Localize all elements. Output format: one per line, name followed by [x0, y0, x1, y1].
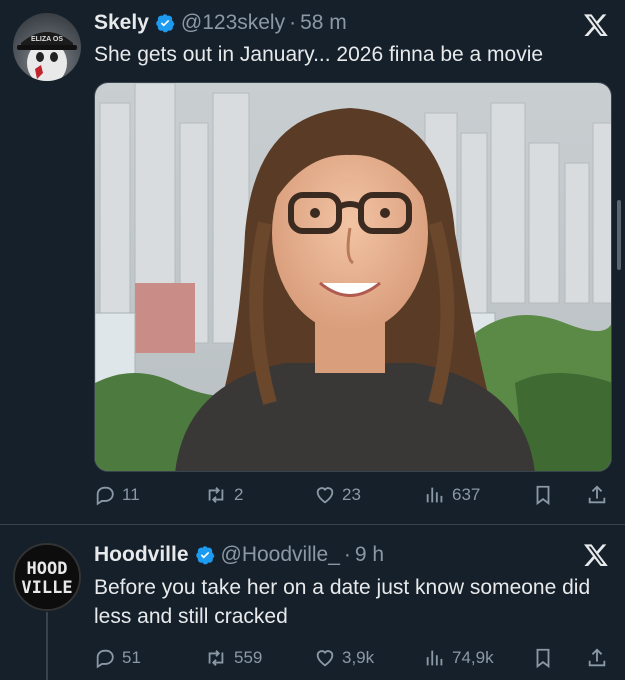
- separator-dot: ·: [289, 11, 297, 34]
- repost-icon: [208, 650, 224, 666]
- tweet-skely[interactable]: ELIZA OS Skely @123skely · 58 m She gets…: [0, 0, 625, 525]
- bookmark-button[interactable]: [532, 484, 560, 506]
- repost-count: 559: [234, 648, 263, 667]
- author-name[interactable]: Skely: [94, 11, 149, 35]
- verified-badge-icon: [155, 13, 175, 33]
- photo-woman-city-view: [95, 83, 611, 471]
- bookmark-icon: [536, 485, 550, 506]
- avatar-image: ELIZA OS: [17, 32, 77, 81]
- share-icon: [588, 485, 606, 504]
- tweet-header: Hoodville @Hoodville_ · 9 h: [94, 540, 384, 570]
- repost-button[interactable]: 2: [204, 484, 243, 506]
- tweet-text: She gets out in January... 2026 finna be…: [94, 43, 544, 66]
- scrollbar[interactable]: [617, 200, 621, 270]
- repost-icon: [208, 487, 224, 503]
- bookmark-button[interactable]: [532, 647, 560, 669]
- views-button[interactable]: 637: [424, 484, 480, 506]
- author-handle[interactable]: @Hoodville_: [221, 543, 340, 567]
- tweet-actions: 11 2 23 637: [94, 480, 612, 510]
- avatar-hoodville[interactable]: HOOD VILLE: [13, 543, 81, 611]
- heart-icon: [316, 487, 334, 504]
- views-icon: [426, 487, 443, 503]
- like-count: 23: [342, 485, 361, 504]
- reply-button[interactable]: 11: [94, 484, 140, 506]
- views-button[interactable]: 74,9k: [424, 647, 494, 669]
- avatar-cap-text: ELIZA OS: [31, 36, 63, 43]
- repost-count: 2: [234, 485, 244, 504]
- author-handle[interactable]: @123skely: [181, 11, 285, 35]
- views-count: 637: [452, 485, 481, 504]
- bookmark-icon: [536, 648, 550, 669]
- tweet-time[interactable]: 58 m: [300, 11, 347, 35]
- views-icon: [426, 650, 443, 666]
- separator-dot: ·: [343, 543, 351, 566]
- views-count: 74,9k: [452, 648, 494, 667]
- tweet-header: Skely @123skely · 58 m: [94, 8, 347, 38]
- tweet-photo[interactable]: [94, 82, 612, 472]
- avatar-logo: HOOD VILLE: [15, 545, 79, 609]
- tweet-actions: 51 559 3,9k 74,9k: [94, 643, 612, 673]
- like-button[interactable]: 23: [314, 484, 361, 506]
- avatar-skely[interactable]: ELIZA OS: [13, 13, 81, 81]
- reply-count: 51: [122, 648, 141, 667]
- reply-icon: [96, 486, 114, 506]
- reply-button[interactable]: 51: [94, 647, 141, 669]
- tweet-text: Before you take her on a date just know …: [94, 576, 591, 628]
- avatar-text-top: HOOD: [27, 559, 68, 579]
- verified-badge-icon: [195, 545, 215, 565]
- like-button[interactable]: 3,9k: [314, 647, 374, 669]
- author-name[interactable]: Hoodville: [94, 543, 189, 567]
- tweet-time[interactable]: 9 h: [355, 543, 384, 567]
- share-button[interactable]: [586, 484, 614, 506]
- x-logo-icon: [583, 542, 609, 568]
- reply-count: 11: [122, 485, 140, 504]
- reply-icon: [96, 649, 114, 669]
- repost-button[interactable]: 559: [204, 647, 262, 669]
- x-logo-icon: [583, 12, 609, 38]
- avatar-text-bottom: VILLE: [21, 578, 72, 598]
- thread-line: [46, 612, 48, 680]
- heart-icon: [316, 650, 334, 667]
- share-button[interactable]: [586, 647, 614, 669]
- like-count: 3,9k: [342, 648, 375, 667]
- share-icon: [588, 648, 606, 667]
